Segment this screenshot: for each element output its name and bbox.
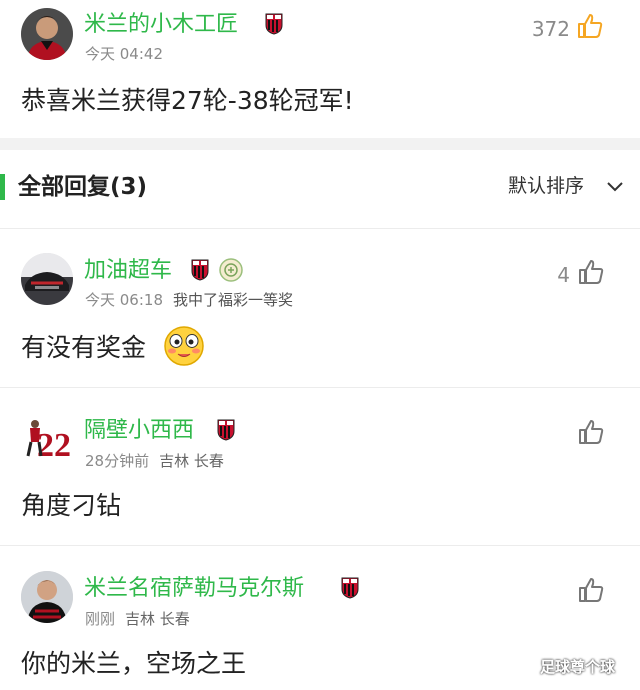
reply-username[interactable]: 隔壁小西西 bbox=[84, 420, 194, 442]
post-username[interactable]: 米兰的小木工匠 bbox=[84, 14, 238, 36]
reply-username[interactable]: 加油超车 bbox=[84, 260, 172, 282]
reply-avatar[interactable] bbox=[21, 571, 73, 623]
reply-username[interactable]: 米兰名宿萨勒马克尔斯 bbox=[84, 578, 304, 600]
like-thumb-icon[interactable] bbox=[577, 418, 605, 446]
club-crest-icon bbox=[219, 258, 243, 282]
reply-like-count: 4 bbox=[557, 263, 570, 287]
reply-time: 28分钟前 bbox=[85, 452, 150, 470]
reply-avatar[interactable] bbox=[21, 253, 73, 305]
reply-location: 吉林 长春 bbox=[125, 610, 190, 628]
post-like-count: 372 bbox=[531, 17, 570, 41]
reply-text: 你的米兰，空场之王 bbox=[21, 649, 247, 678]
reply-meta: 今天 06:18 我中了福彩一等奖 bbox=[85, 293, 293, 308]
reply-note: 我中了福彩一等奖 bbox=[173, 291, 294, 309]
post-timestamp: 今天 04:42 bbox=[85, 47, 163, 62]
reply-meta: 28分钟前 吉林 长春 bbox=[85, 454, 224, 469]
svg-text:22: 22 bbox=[37, 427, 71, 464]
milan-badge-icon bbox=[341, 577, 359, 599]
post-avatar[interactable] bbox=[21, 8, 73, 60]
reply-time: 今天 06:18 bbox=[85, 291, 163, 309]
reply-avatar[interactable]: 22 bbox=[21, 412, 73, 464]
divider bbox=[0, 387, 640, 388]
milan-badge-icon bbox=[191, 259, 209, 281]
chevron-down-icon bbox=[606, 179, 624, 193]
milan-badge-icon bbox=[217, 419, 235, 441]
reply-meta: 刚刚 吉林 长春 bbox=[85, 612, 190, 627]
reply-location: 吉林 长春 bbox=[159, 452, 224, 470]
sort-dropdown[interactable]: 默认排序 bbox=[508, 175, 623, 201]
like-thumb-icon[interactable] bbox=[576, 12, 604, 40]
section-gap bbox=[0, 138, 640, 150]
reply-text: 角度刁钻 bbox=[21, 491, 122, 520]
reply-time: 刚刚 bbox=[85, 610, 116, 628]
section-marker bbox=[0, 174, 5, 200]
post-time: 今天 04:42 bbox=[85, 45, 163, 63]
like-thumb-icon[interactable] bbox=[577, 258, 605, 286]
replies-title: 全部回复(3) bbox=[18, 174, 148, 200]
sort-label: 默认排序 bbox=[508, 175, 585, 197]
milan-badge-icon bbox=[265, 13, 283, 35]
like-thumb-icon[interactable] bbox=[577, 576, 605, 604]
reply-text: 有没有奖金 bbox=[21, 333, 147, 362]
emoji-icon bbox=[163, 325, 205, 367]
divider bbox=[0, 545, 640, 546]
post-text: 恭喜米兰获得27轮-38轮冠军! bbox=[21, 86, 354, 115]
divider bbox=[0, 228, 640, 229]
watermark: 足球尊个球 bbox=[540, 658, 616, 676]
